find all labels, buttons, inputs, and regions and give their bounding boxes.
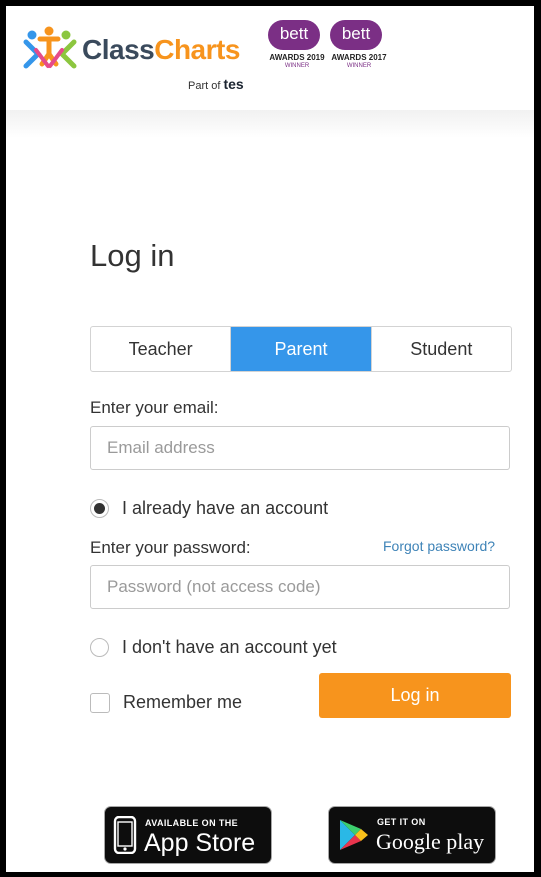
logo-word-charts: Charts — [154, 34, 240, 65]
user-type-tabs: Teacher Parent Student — [90, 326, 512, 372]
login-button[interactable]: Log in — [319, 673, 511, 718]
password-field[interactable] — [90, 565, 510, 609]
has-account-label: I already have an account — [122, 498, 329, 518]
award-year: AWARDS 2019 — [269, 53, 325, 62]
logo-word-class: Class — [82, 34, 155, 65]
google-play-big-text: Google play — [376, 829, 485, 854]
logo-sub-brand: tes — [223, 76, 244, 92]
phone-icon — [113, 816, 137, 854]
google-play-small-text: GET IT ON — [377, 817, 426, 827]
no-account-label: I don't have an account yet — [122, 637, 337, 657]
page-title: Log in — [90, 238, 175, 273]
app-store-big-text: App Store — [144, 829, 256, 857]
logo-sub-prefix: Part of — [188, 80, 221, 92]
tab-parent[interactable]: Parent — [231, 327, 372, 371]
header-shadow — [6, 110, 534, 138]
password-label: Enter your password: — [90, 538, 251, 557]
classcharts-logo[interactable]: ClassCharts Part of tes — [22, 24, 262, 92]
app-store-badge[interactable]: AVAILABLE ON THE App Store — [104, 806, 272, 864]
bett-badge: bett — [330, 20, 382, 50]
site-header: ClassCharts Part of tes bett AWARDS 2019… — [6, 6, 534, 111]
email-field[interactable] — [90, 426, 510, 470]
bett-badge: bett — [268, 20, 320, 50]
remember-me-checkbox[interactable] — [90, 692, 110, 713]
logo-subtitle: Part of tes — [188, 76, 244, 92]
remember-me-label: Remember me — [123, 692, 243, 712]
email-label: Enter your email: — [90, 398, 219, 417]
remember-me-option[interactable]: Remember me — [90, 692, 242, 713]
play-triangle-icon — [340, 820, 368, 850]
has-account-radio[interactable] — [90, 499, 109, 518]
award-badge-2017: bett AWARDS 2017 WINNER — [326, 20, 387, 84]
logo-wordmark: ClassCharts — [82, 34, 240, 66]
people-logo-icon — [23, 26, 77, 69]
tab-student[interactable]: Student — [372, 327, 511, 371]
award-year: AWARDS 2017 — [331, 53, 387, 62]
no-account-option[interactable]: I don't have an account yet — [90, 637, 337, 658]
award-badge-2019: bett AWARDS 2019 WINNER — [264, 20, 325, 84]
award-winner: WINNER — [346, 63, 372, 69]
google-play-badge[interactable]: GET IT ON Google play — [328, 806, 496, 864]
app-store-small-text: AVAILABLE ON THE — [145, 818, 239, 828]
login-page: ClassCharts Part of tes bett AWARDS 2019… — [6, 6, 534, 872]
tab-teacher[interactable]: Teacher — [91, 327, 232, 371]
forgot-password-link[interactable]: Forgot password? — [383, 538, 495, 554]
no-account-radio[interactable] — [90, 638, 109, 657]
award-winner: WINNER — [284, 63, 310, 69]
has-account-option[interactable]: I already have an account — [90, 498, 328, 519]
